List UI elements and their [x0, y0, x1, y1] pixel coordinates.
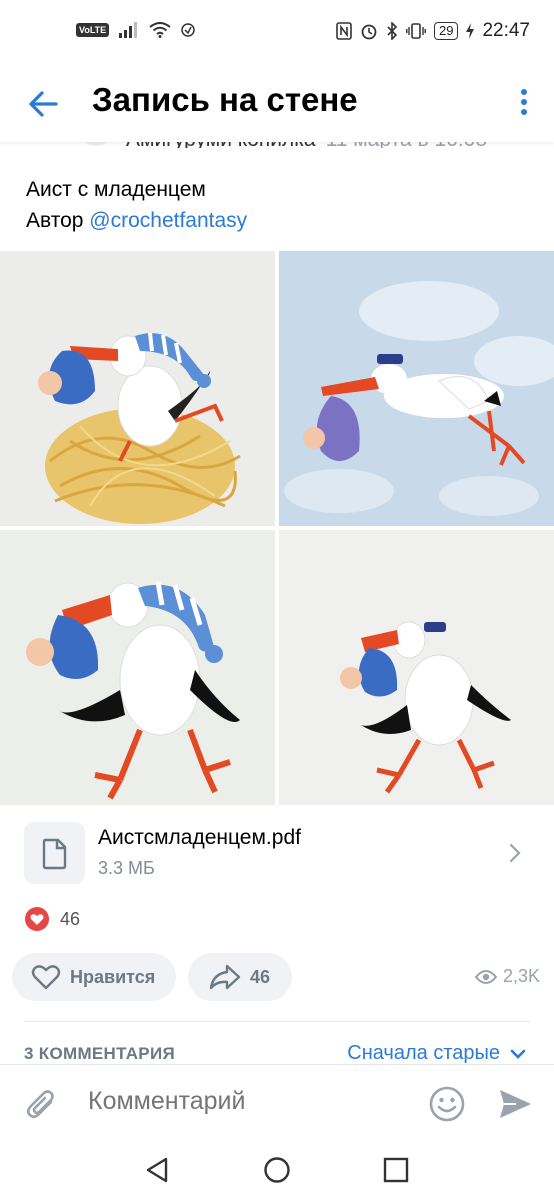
divider — [24, 1021, 530, 1022]
stork-photo-3[interactable] — [0, 530, 275, 805]
alarm-icon — [361, 24, 377, 40]
page-title: Запись на стене — [92, 81, 358, 118]
post-text-line: Аист с младенцем — [26, 178, 206, 201]
file-name: Аистсмладенцем.pdf — [98, 826, 301, 849]
status-bar: VoLTE 29 22:47 — [0, 0, 554, 68]
author-prefix: Автор — [26, 209, 90, 232]
emoji-icon[interactable] — [428, 1085, 466, 1123]
battery-icon: 29 — [433, 22, 459, 40]
like-label: Нравится — [70, 966, 156, 987]
heart-filled-icon — [25, 907, 49, 931]
pdf-attachment[interactable]: Аистсмладенцем.pdf 3.3 МБ — [24, 822, 530, 886]
more-vertical-icon — [521, 89, 527, 115]
like-button[interactable]: Нравится — [12, 953, 176, 1001]
stork-photo-2[interactable] — [279, 251, 554, 526]
bluetooth-icon — [387, 22, 398, 40]
nav-recents-icon[interactable] — [382, 1156, 410, 1184]
charging-icon — [466, 23, 475, 39]
signal-icon — [119, 22, 138, 38]
back-button[interactable] — [22, 82, 66, 126]
heart-outline-icon — [31, 965, 61, 990]
nfc-icon — [336, 22, 352, 40]
nav-home-icon[interactable] — [263, 1156, 291, 1184]
comment-input[interactable] — [88, 1087, 408, 1116]
eye-icon — [474, 969, 497, 984]
send-icon[interactable] — [496, 1085, 534, 1123]
nav-back-icon[interactable] — [144, 1156, 172, 1184]
document-icon — [42, 838, 67, 870]
more-options-button[interactable] — [518, 84, 530, 124]
comments-sort-dropdown[interactable]: Сначала старые — [347, 1042, 526, 1065]
vpn-icon — [181, 23, 195, 37]
stork-photo-1[interactable] — [0, 251, 275, 526]
likes-count: 46 — [60, 908, 81, 929]
stork-photo-4[interactable] — [279, 530, 554, 805]
comments-count: 3 КОММЕНТАРИЯ — [24, 1044, 175, 1063]
wifi-icon — [149, 22, 171, 38]
share-count: 46 — [250, 966, 271, 987]
author-mention-link[interactable]: @crochetfantasy — [89, 209, 247, 232]
likes-summary[interactable]: 46 — [24, 906, 80, 932]
post-text: Аист с младенцем Автор @crochetfantasy — [26, 174, 247, 236]
file-size: 3.3 МБ — [98, 858, 155, 878]
paperclip-icon[interactable] — [24, 1087, 60, 1123]
clock-time: 22:47 — [482, 20, 530, 41]
arrow-left-icon — [29, 91, 58, 117]
volte-icon: VoLTE — [76, 23, 110, 37]
sort-label: Сначала старые — [347, 1042, 500, 1064]
system-nav-bar — [0, 1140, 554, 1200]
comment-composer — [0, 1064, 554, 1141]
views-count: 2,3K — [502, 966, 540, 986]
chevron-down-icon — [510, 1049, 526, 1059]
vibrate-icon — [406, 23, 426, 39]
share-arrow-icon — [209, 964, 241, 990]
app-header: Запись на стене — [0, 68, 554, 142]
file-icon-box — [24, 822, 85, 884]
chevron-right-icon — [509, 843, 521, 863]
views-counter: 2,3K — [474, 966, 540, 987]
share-button[interactable]: 46 — [188, 953, 292, 1001]
